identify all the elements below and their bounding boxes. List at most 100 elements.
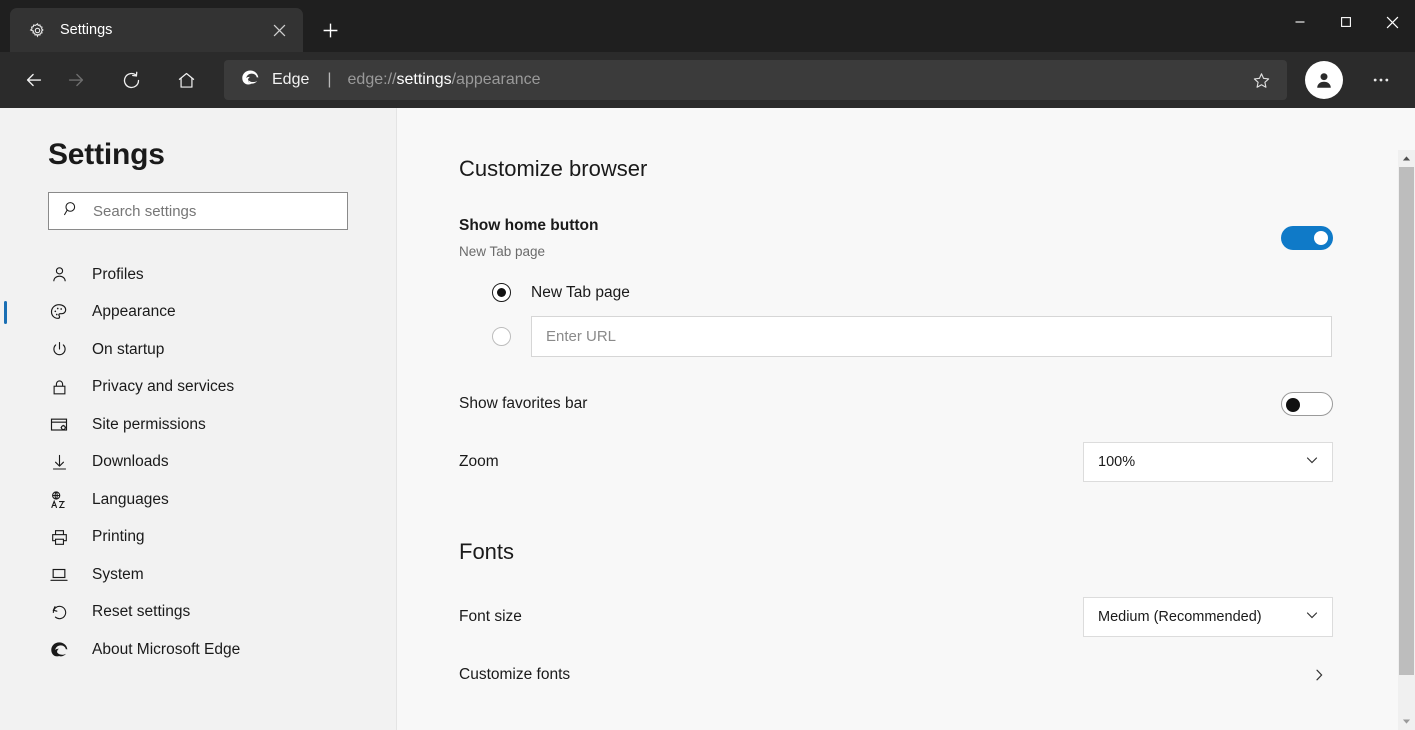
home-page-option-new-tab[interactable]: New Tab page xyxy=(492,283,1332,302)
sidebar-item-appearance[interactable]: Appearance xyxy=(0,294,396,332)
font-size-dropdown[interactable]: Medium (Recommended) xyxy=(1083,597,1333,637)
edge-brand-label: Edge xyxy=(272,71,310,88)
sidebar-item-system[interactable]: System xyxy=(0,556,396,594)
show-favorites-bar-label: Show favorites bar xyxy=(459,395,588,412)
settings-page: Settings Profiles xyxy=(0,108,1415,730)
chevron-right-icon xyxy=(1305,661,1333,689)
refresh-icon[interactable] xyxy=(111,60,151,100)
sidebar-item-reset-settings[interactable]: Reset settings xyxy=(0,594,396,632)
sidebar-item-label: Languages xyxy=(92,490,169,508)
show-home-button-toggle[interactable] xyxy=(1281,226,1333,250)
home-page-option-url[interactable] xyxy=(492,316,1332,357)
browser-toolbar: Edge | edge://settings/appearance xyxy=(0,52,1415,108)
radio-new-tab-page-label: New Tab page xyxy=(531,283,630,301)
window-controls xyxy=(1277,0,1415,44)
gear-icon xyxy=(28,21,46,39)
toggle-knob xyxy=(1314,231,1328,245)
customize-browser-heading: Customize browser xyxy=(459,156,648,181)
sidebar-item-downloads[interactable]: Downloads xyxy=(0,444,396,482)
content-scrollbar[interactable] xyxy=(1398,150,1415,730)
sidebar-item-label: System xyxy=(92,565,144,583)
settings-sidebar: Settings Profiles xyxy=(0,108,397,730)
laptop-icon xyxy=(48,564,70,586)
radio-new-tab-page[interactable] xyxy=(492,283,511,302)
show-favorites-bar-toggle[interactable] xyxy=(1281,392,1333,416)
search-icon xyxy=(63,200,80,222)
sidebar-item-profiles[interactable]: Profiles xyxy=(0,256,396,294)
font-size-label: Font size xyxy=(459,608,522,625)
sidebar-item-printing[interactable]: Printing xyxy=(0,519,396,557)
profile-avatar[interactable] xyxy=(1305,61,1343,99)
chevron-down-icon xyxy=(1304,607,1320,628)
minimize-icon[interactable] xyxy=(1277,0,1323,44)
sidebar-item-privacy-and-services[interactable]: Privacy and services xyxy=(0,369,396,407)
new-tab-button[interactable] xyxy=(311,11,349,49)
sidebar-item-label: Site permissions xyxy=(92,415,206,433)
url-text: edge://settings/appearance xyxy=(348,71,1243,89)
url-suffix: /appearance xyxy=(451,71,541,88)
sidebar-item-languages[interactable]: Languages xyxy=(0,481,396,519)
permissions-icon xyxy=(48,414,70,436)
settings-content: Customize browser Show home button New T… xyxy=(397,108,1415,730)
customize-fonts-label: Customize fonts xyxy=(459,666,571,683)
url-strong: settings xyxy=(396,71,452,88)
lock-icon xyxy=(48,376,70,398)
sidebar-item-label: About Microsoft Edge xyxy=(92,640,241,658)
sidebar-item-label: Reset settings xyxy=(92,603,191,621)
person-icon xyxy=(48,264,70,286)
search-input[interactable] xyxy=(93,202,337,220)
show-home-button-row: Show home button New Tab page xyxy=(459,217,1333,259)
sidebar-item-site-permissions[interactable]: Site permissions xyxy=(0,406,396,444)
favorite-star-icon[interactable] xyxy=(1243,62,1279,98)
sidebar-item-about-microsoft-edge[interactable]: About Microsoft Edge xyxy=(0,631,396,669)
address-bar[interactable]: Edge | edge://settings/appearance xyxy=(224,60,1287,100)
show-favorites-bar-row: Show favorites bar xyxy=(459,389,1333,419)
edge-brand: Edge xyxy=(240,67,309,93)
sidebar-item-label: Privacy and services xyxy=(92,378,235,396)
scroll-down-icon[interactable] xyxy=(1398,713,1415,730)
chevron-down-icon xyxy=(1304,452,1320,473)
address-separator: | xyxy=(327,71,332,88)
download-icon xyxy=(48,451,70,473)
fonts-heading: Fonts xyxy=(459,539,515,564)
home-url-input[interactable] xyxy=(531,316,1332,357)
refresh-icon xyxy=(48,601,70,623)
close-tab-icon[interactable] xyxy=(265,16,293,44)
maximize-icon[interactable] xyxy=(1323,0,1369,44)
sidebar-item-label: Appearance xyxy=(92,303,176,321)
tab-strip: Settings xyxy=(0,0,349,52)
home-icon[interactable] xyxy=(166,60,206,100)
power-icon xyxy=(48,339,70,361)
sidebar-item-label: Profiles xyxy=(92,265,144,283)
settings-nav-list: Profiles Appearance On startup Privacy a… xyxy=(0,256,396,669)
font-size-row: Font size Medium (Recommended) xyxy=(459,597,1333,637)
scrollbar-track[interactable] xyxy=(1398,167,1415,713)
browser-tab-settings[interactable]: Settings xyxy=(10,8,303,52)
back-icon[interactable] xyxy=(14,60,54,100)
zoom-dropdown[interactable]: 100% xyxy=(1083,442,1333,482)
customize-fonts-row[interactable]: Customize fonts xyxy=(459,660,1333,690)
url-prefix: edge:// xyxy=(347,71,397,88)
search-settings-box[interactable] xyxy=(48,192,348,230)
title-bar: Settings xyxy=(0,0,1415,52)
translate-icon xyxy=(48,489,70,511)
edge-logo-icon xyxy=(48,639,70,661)
toggle-knob xyxy=(1286,398,1300,412)
edge-logo-icon xyxy=(240,67,261,93)
show-home-button-sublabel: New Tab page xyxy=(459,244,546,259)
forward-icon[interactable] xyxy=(56,60,96,100)
home-page-options-group: New Tab page xyxy=(459,283,1332,357)
sidebar-item-on-startup[interactable]: On startup xyxy=(0,331,396,369)
radio-dot xyxy=(497,288,506,297)
scrollbar-thumb[interactable] xyxy=(1399,167,1414,675)
radio-custom-url[interactable] xyxy=(492,327,511,346)
zoom-value: 100% xyxy=(1098,454,1136,470)
scroll-up-icon[interactable] xyxy=(1398,150,1415,167)
more-options-icon[interactable] xyxy=(1361,60,1401,100)
close-window-icon[interactable] xyxy=(1369,0,1415,44)
sidebar-item-label: On startup xyxy=(92,340,165,358)
tab-title: Settings xyxy=(60,22,113,38)
content-inner: Customize browser Show home button New T… xyxy=(397,108,1333,690)
sidebar-item-label: Downloads xyxy=(92,453,169,471)
palette-icon xyxy=(48,301,70,323)
